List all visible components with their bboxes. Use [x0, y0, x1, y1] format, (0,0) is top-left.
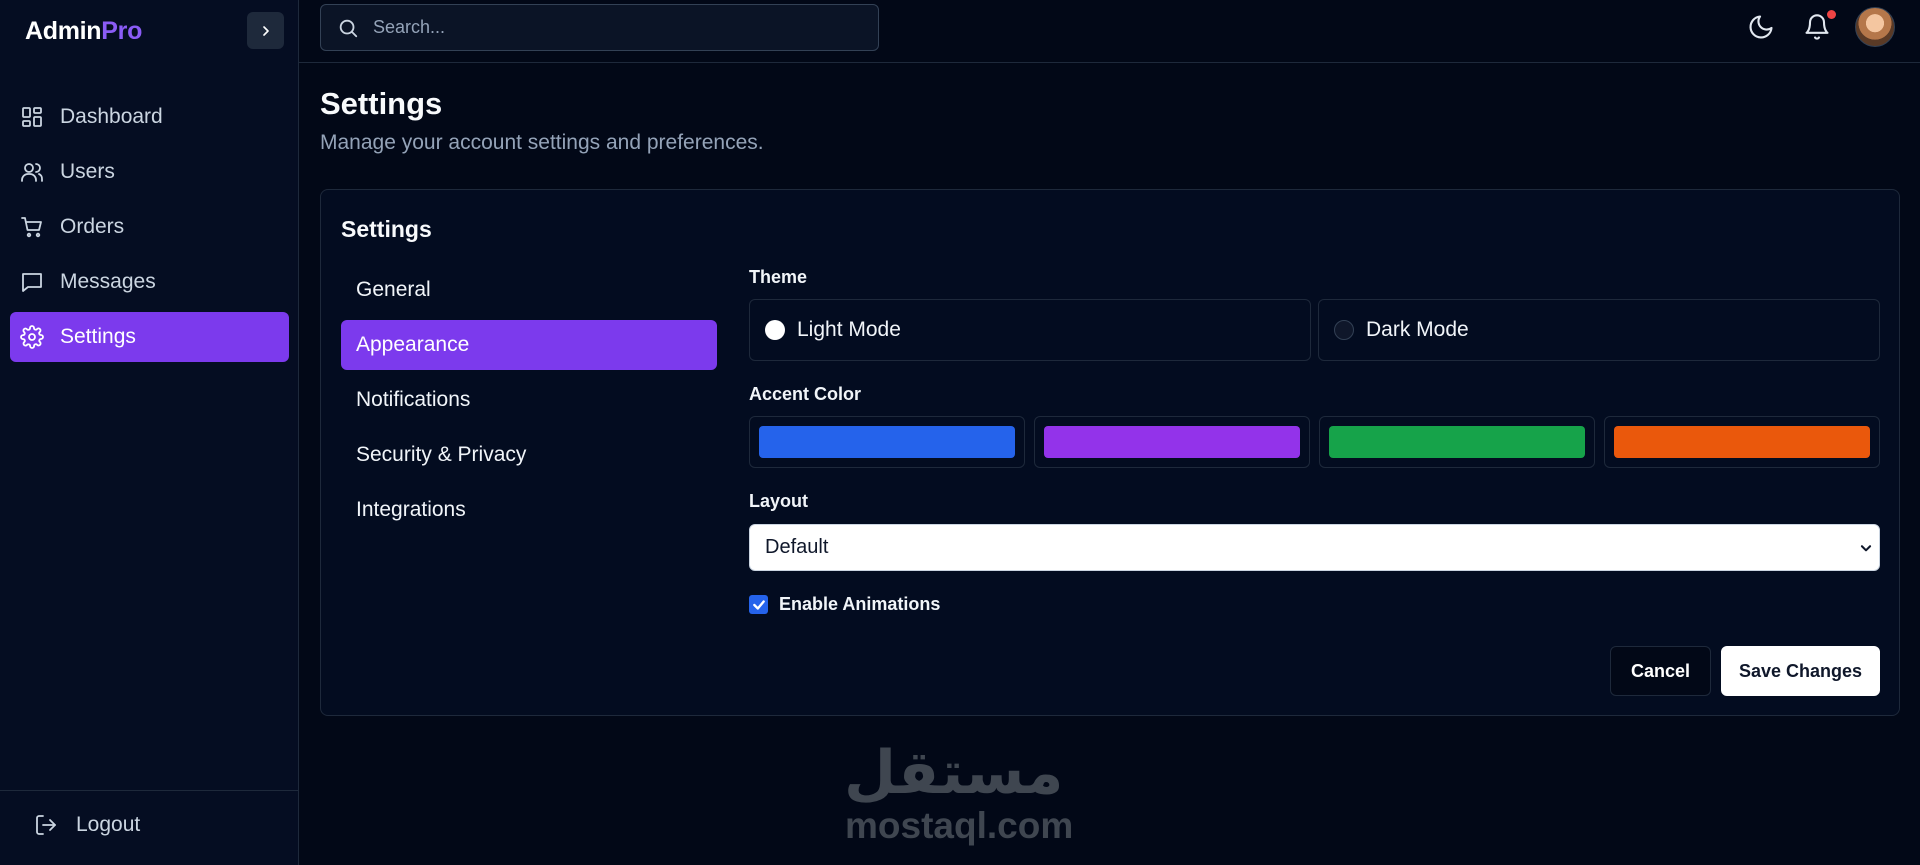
- tab-general[interactable]: General: [341, 265, 717, 315]
- color-swatch: [1329, 426, 1585, 458]
- color-swatch: [1614, 426, 1870, 458]
- tab-integrations[interactable]: Integrations: [341, 485, 717, 535]
- sidebar-item-label: Messages: [60, 270, 156, 293]
- sidebar-item-label: Users: [60, 160, 115, 183]
- logout-icon: [36, 815, 56, 835]
- sidebar-toggle-button[interactable]: [247, 12, 284, 49]
- card-title: Settings: [341, 216, 432, 242]
- sidebar-footer: Logout: [0, 790, 298, 865]
- message-icon: [22, 273, 42, 292]
- layout-select[interactable]: Default: [749, 524, 1880, 571]
- accent-color-orange[interactable]: [1604, 416, 1880, 468]
- notification-dot: [1827, 10, 1836, 19]
- moon-icon[interactable]: [1747, 13, 1775, 41]
- chevron-right-icon: [262, 25, 269, 36]
- theme-option-label: Dark Mode: [1366, 318, 1469, 341]
- sidebar-item-label: Orders: [60, 215, 125, 238]
- theme-label: Theme: [749, 267, 808, 287]
- top-bar: [299, 0, 1920, 63]
- settings-tabs: General Appearance Notifications Securit…: [341, 265, 717, 540]
- sidebar-item-messages[interactable]: Messages: [10, 257, 289, 307]
- layout-label: Layout: [749, 491, 809, 511]
- search-box[interactable]: [320, 4, 879, 51]
- brand-part-admin: Admin: [25, 17, 102, 45]
- settings-card: Settings General Appearance Notification…: [320, 189, 1900, 716]
- radio-light-mode[interactable]: [765, 320, 785, 340]
- logout-button[interactable]: Logout: [34, 813, 140, 837]
- bell-icon[interactable]: [1803, 13, 1831, 41]
- search-icon: [339, 19, 358, 37]
- sidebar: AdminPro Dashboard Users Orders Messages…: [0, 0, 299, 865]
- users-icon: [21, 163, 43, 182]
- save-changes-button[interactable]: Save Changes: [1721, 646, 1880, 696]
- theme-option-dark[interactable]: Dark Mode: [1318, 299, 1880, 361]
- dashboard-icon: [22, 107, 42, 127]
- theme-option-label: Light Mode: [797, 318, 901, 341]
- tab-appearance[interactable]: Appearance: [341, 320, 717, 370]
- sidebar-item-label: Dashboard: [60, 105, 163, 128]
- color-swatch: [1044, 426, 1300, 458]
- accent-color-green[interactable]: [1319, 416, 1595, 468]
- accent-color-label: Accent Color: [749, 384, 862, 404]
- sidebar-item-users[interactable]: Users: [10, 147, 289, 197]
- check-icon: [752, 599, 765, 610]
- animations-checkbox[interactable]: [749, 595, 768, 614]
- accent-color-blue[interactable]: [749, 416, 1025, 468]
- layout-select-value: Default: [765, 536, 829, 558]
- sidebar-item-settings[interactable]: Settings: [10, 312, 289, 362]
- sidebar-item-orders[interactable]: Orders: [10, 202, 289, 252]
- color-swatch: [759, 426, 1015, 458]
- logout-label: Logout: [76, 813, 141, 836]
- page-subtitle: Manage your account settings and prefere…: [320, 131, 764, 154]
- watermark-latin: mostaql.com: [845, 805, 1074, 846]
- tab-notifications[interactable]: Notifications: [341, 375, 717, 425]
- cancel-button[interactable]: Cancel: [1610, 646, 1711, 696]
- theme-option-light[interactable]: Light Mode: [749, 299, 1311, 361]
- sidebar-item-dashboard[interactable]: Dashboard: [10, 92, 289, 142]
- radio-dark-mode[interactable]: [1334, 320, 1354, 340]
- watermark-arabic: مستقل: [844, 738, 1064, 808]
- sidebar-nav: Dashboard Users Orders Messages Settings: [10, 92, 289, 367]
- animations-option[interactable]: Enable Animations: [749, 594, 940, 615]
- animations-label: Enable Animations: [779, 594, 941, 614]
- gear-icon: [20, 325, 44, 349]
- search-input[interactable]: [373, 17, 853, 38]
- chevron-down-icon: [1860, 545, 1872, 552]
- avatar[interactable]: [1855, 7, 1895, 47]
- page-title: Settings: [320, 86, 443, 121]
- brand-part-pro: Pro: [101, 17, 143, 45]
- brand-logo[interactable]: AdminPro: [25, 17, 142, 46]
- cart-icon: [21, 217, 42, 238]
- tab-security-privacy[interactable]: Security & Privacy: [341, 430, 717, 480]
- accent-color-purple[interactable]: [1034, 416, 1310, 468]
- sidebar-item-label: Settings: [60, 325, 136, 348]
